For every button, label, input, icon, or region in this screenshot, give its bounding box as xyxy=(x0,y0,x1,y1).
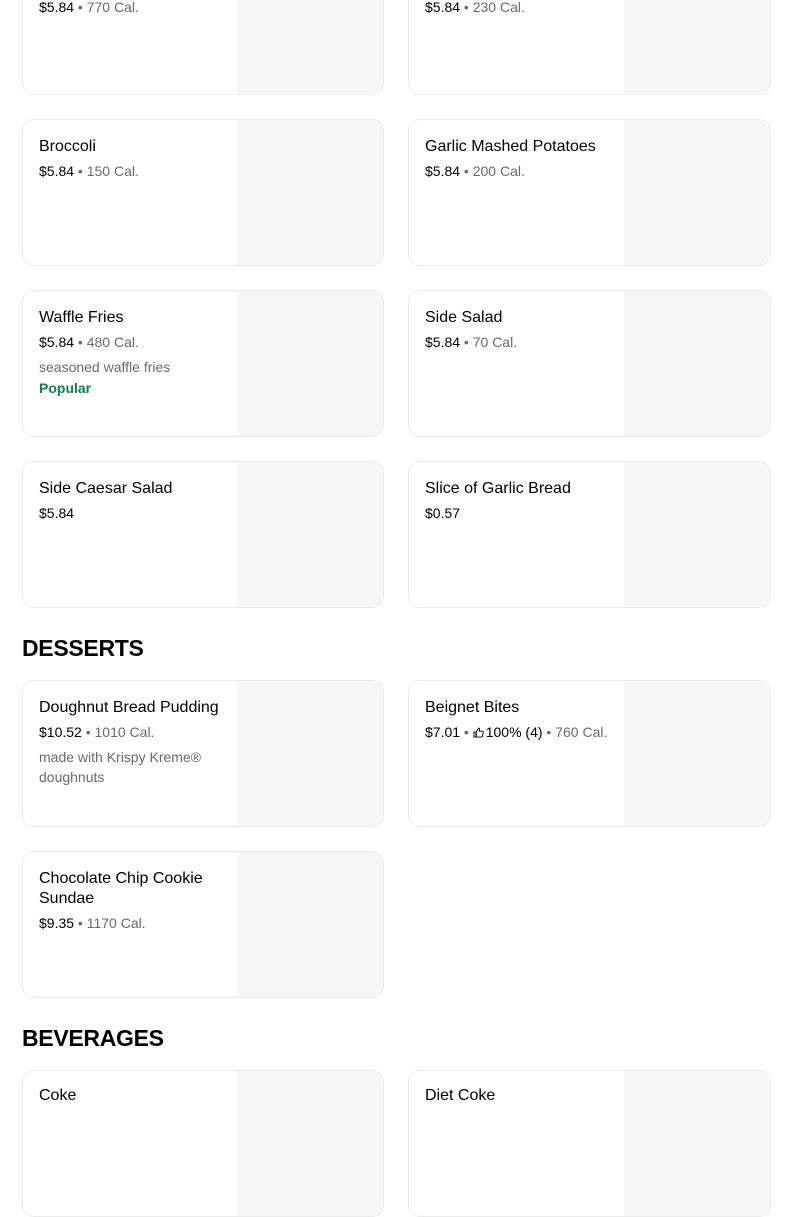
item-image xyxy=(624,291,770,436)
menu-item-card[interactable]: $5.84 • 770 Cal. xyxy=(22,0,384,95)
item-meta: $5.84 • 480 Cal. xyxy=(39,334,139,350)
item-image xyxy=(624,0,770,94)
menu-item-card[interactable]: Diet Coke xyxy=(408,1070,771,1217)
menu-item-card[interactable]: Chocolate Chip Cookie Sundae $9.35 • 117… xyxy=(22,851,384,998)
menu-item-card[interactable]: Slice of Garlic Bread $0.57 xyxy=(408,461,771,608)
item-name: Broccoli xyxy=(39,138,96,155)
item-name: Waffle Fries xyxy=(39,309,124,326)
item-name: Side Salad xyxy=(425,309,503,326)
item-image xyxy=(237,462,383,607)
item-image xyxy=(237,1071,383,1216)
item-image xyxy=(237,120,383,265)
menu-item-card[interactable]: Side Salad $5.84 • 70 Cal. xyxy=(408,290,771,437)
item-name: Slice of Garlic Bread xyxy=(425,480,571,497)
menu-item-card[interactable]: Coke xyxy=(22,1070,384,1217)
item-name: Chocolate Chip Cookie Sundae xyxy=(39,870,203,907)
item-meta: $5.84 xyxy=(39,505,75,521)
item-meta: $5.84 • 770 Cal. xyxy=(39,0,139,15)
item-image xyxy=(624,462,770,607)
item-image xyxy=(624,681,770,826)
item-image xyxy=(237,681,383,826)
menu-item-card[interactable]: Beignet Bites $7.01 • 100% (4) • 760 Cal… xyxy=(408,680,771,827)
menu-item-card[interactable]: Waffle Fries $5.84 • 480 Cal. seasoned w… xyxy=(22,290,384,437)
item-image xyxy=(237,291,383,436)
item-description: made with Krispy Kreme® doughnuts xyxy=(39,749,202,785)
item-name: Diet Coke xyxy=(425,1087,496,1104)
menu-item-card[interactable]: $5.84 • 230 Cal. xyxy=(408,0,771,95)
thumbs-up-icon xyxy=(473,727,484,738)
item-name: Coke xyxy=(39,1087,77,1104)
menu-item-card[interactable]: Side Caesar Salad $5.84 xyxy=(22,461,384,608)
item-meta: $7.01 • 100% (4) • 760 Cal. xyxy=(425,724,608,740)
item-name: Side Caesar Salad xyxy=(39,480,173,497)
menu-item-card[interactable]: Doughnut Bread Pudding $10.52 • 1010 Cal… xyxy=(22,680,384,827)
section-title-desserts: DESSERTS xyxy=(22,635,144,661)
item-description: seasoned waffle fries xyxy=(39,359,171,375)
item-meta: $9.35 • 1170 Cal. xyxy=(39,915,146,931)
item-image xyxy=(624,1071,770,1216)
item-image xyxy=(237,852,383,997)
popular-badge: Popular xyxy=(39,380,92,396)
item-meta: $5.84 • 230 Cal. xyxy=(425,0,525,15)
item-name: Doughnut Bread Pudding xyxy=(39,699,219,716)
section-title-beverages: BEVERAGES xyxy=(22,1025,164,1051)
item-meta: $5.84 • 200 Cal. xyxy=(425,163,525,179)
item-name: Garlic Mashed Potatoes xyxy=(425,138,596,155)
menu-item-card[interactable]: Broccoli $5.84 • 150 Cal. xyxy=(22,119,384,266)
item-meta: $5.84 • 150 Cal. xyxy=(39,163,139,179)
item-meta: $0.57 xyxy=(425,505,461,521)
item-image xyxy=(237,0,383,94)
item-meta: $10.52 • 1010 Cal. xyxy=(39,724,155,740)
item-meta: $5.84 • 70 Cal. xyxy=(425,334,518,350)
item-image xyxy=(624,120,770,265)
menu-item-card[interactable]: Garlic Mashed Potatoes $5.84 • 200 Cal. xyxy=(408,119,771,266)
item-name: Beignet Bites xyxy=(425,699,520,716)
